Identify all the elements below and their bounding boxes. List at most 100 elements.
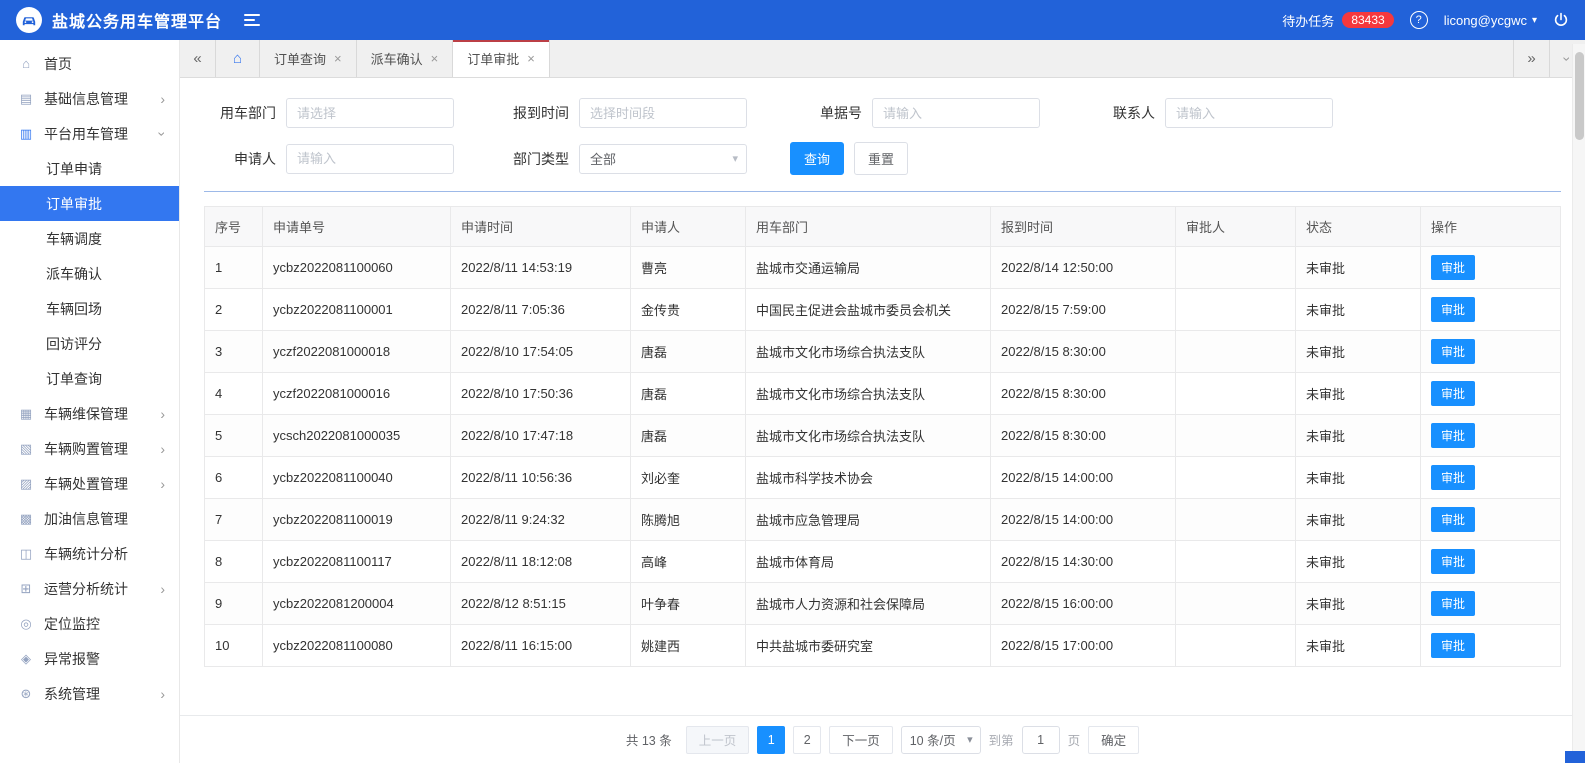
- tabs-scroll-right-icon[interactable]: »: [1513, 40, 1549, 77]
- scrollbar-corner: [1565, 751, 1585, 763]
- table-row: 6 ycbz2022081100040 2022/8/11 10:56:36 刘…: [204, 456, 1561, 499]
- cell-apply-time: 2022/8/12 8:51:15: [450, 582, 631, 625]
- table-row: 4 yczf2022081000016 2022/8/10 17:50:36 唐…: [204, 372, 1561, 415]
- approve-button[interactable]: 审批: [1431, 423, 1476, 448]
- sidebar-item-vehicle-return[interactable]: 车辆回场: [0, 291, 179, 326]
- tab-dispatch-confirm[interactable]: 派车确认 ×: [356, 40, 454, 77]
- sidebar-item-base-info[interactable]: ▤ 基础信息管理 ›: [0, 81, 179, 116]
- disposal-icon: ▨: [19, 475, 33, 491]
- approve-button[interactable]: 审批: [1431, 633, 1476, 658]
- cell-action: 审批: [1420, 624, 1561, 667]
- tab-order-query[interactable]: 订单查询 ×: [260, 40, 357, 77]
- cell-applicant: 唐磊: [630, 330, 746, 373]
- cell-department: 中国民主促进会盐城市委员会机关: [745, 288, 991, 331]
- cell-report-time: 2022/8/15 17:00:00: [990, 624, 1176, 667]
- doc-no-input[interactable]: [872, 98, 1040, 128]
- report-time-input[interactable]: [579, 98, 747, 128]
- cell-department: 盐城市文化市场综合执法支队: [745, 372, 991, 415]
- maintenance-icon: ▦: [19, 405, 33, 421]
- sidebar-item-location-monitor[interactable]: ◎ 定位监控: [0, 606, 179, 641]
- page-size-select[interactable]: 10 条/页 ▾: [900, 725, 981, 754]
- sidebar-item-operation-analysis[interactable]: ⊞ 运营分析统计 ›: [0, 571, 179, 606]
- tabs-scroll-left-icon[interactable]: «: [180, 40, 216, 77]
- sidebar-item-platform-vehicle[interactable]: ▥ 平台用车管理 ›: [0, 116, 179, 151]
- cell-action: 审批: [1420, 330, 1561, 373]
- cell-status: 未审批: [1295, 372, 1421, 415]
- department-select[interactable]: [286, 98, 454, 128]
- cell-seq: 3: [204, 330, 263, 373]
- close-icon[interactable]: ×: [527, 51, 535, 66]
- confirm-jump-button[interactable]: 确定: [1088, 725, 1140, 754]
- sidebar-item-abnormal-alarm[interactable]: ◈ 异常报警: [0, 641, 179, 676]
- help-icon[interactable]: ?: [1409, 11, 1428, 29]
- sidebar-item-vehicle-dispatch[interactable]: 车辆调度: [0, 221, 179, 256]
- sidebar-item-system-management[interactable]: ⊛ 系统管理 ›: [0, 676, 179, 711]
- approve-button[interactable]: 审批: [1431, 297, 1476, 322]
- sidebar-item-order-approval[interactable]: 订单审批: [0, 186, 179, 221]
- cell-seq: 5: [204, 414, 263, 457]
- approve-button[interactable]: 审批: [1431, 591, 1476, 616]
- pagination: 共 13 条 上一页 1 2 下一页 10 条/页 ▾ 到第 页 确定: [180, 715, 1585, 763]
- sidebar-item-feedback-score[interactable]: 回访评分: [0, 326, 179, 361]
- reset-button[interactable]: 重置: [854, 142, 909, 175]
- jump-page-input[interactable]: [1021, 725, 1060, 754]
- sidebar-collapse-icon[interactable]: [244, 13, 261, 27]
- approve-button[interactable]: 审批: [1431, 549, 1476, 574]
- chevron-right-icon: ›: [160, 475, 165, 492]
- search-button[interactable]: 查询: [790, 142, 845, 175]
- chevron-down-icon: ▾: [967, 734, 973, 746]
- sidebar-item-home[interactable]: ⌂ 首页: [0, 46, 179, 81]
- home-icon: ⌂: [22, 56, 30, 71]
- logout-power-icon[interactable]: [1553, 12, 1569, 28]
- close-icon[interactable]: ×: [431, 51, 439, 66]
- approve-button[interactable]: 审批: [1431, 465, 1476, 490]
- page-number-1[interactable]: 1: [757, 725, 786, 754]
- cell-report-time: 2022/8/15 14:30:00: [990, 540, 1176, 583]
- table-row: 9 ycbz2022081200004 2022/8/12 8:51:15 叶争…: [204, 582, 1561, 625]
- system-icon: ⊛: [20, 685, 32, 701]
- cell-order-no: ycbz2022081100117: [262, 540, 451, 583]
- applicant-input[interactable]: [286, 143, 454, 174]
- cell-department: 中共盐城市委研究室: [745, 624, 991, 667]
- sidebar-item-maintenance[interactable]: ▦ 车辆维保管理 ›: [0, 396, 179, 431]
- cell-report-time: 2022/8/14 12:50:00: [990, 246, 1176, 289]
- cell-seq: 4: [204, 372, 263, 415]
- cell-order-no: ycbz2022081100060: [262, 246, 451, 289]
- close-icon[interactable]: ×: [334, 51, 342, 66]
- contact-input[interactable]: [1165, 98, 1333, 128]
- cell-action: 审批: [1420, 288, 1561, 331]
- user-menu[interactable]: licong@ycgwc ▾: [1444, 13, 1537, 28]
- tab-home[interactable]: ⌂: [216, 40, 260, 77]
- table-row: 10 ycbz2022081100080 2022/8/11 16:15:00 …: [204, 624, 1561, 667]
- todo-count-badge: 83433: [1342, 12, 1394, 28]
- prev-page-button[interactable]: 上一页: [685, 725, 750, 754]
- sidebar-item-order-query[interactable]: 订单查询: [0, 361, 179, 396]
- approve-button[interactable]: 审批: [1431, 255, 1476, 280]
- next-page-button[interactable]: 下一页: [829, 725, 893, 754]
- cell-report-time: 2022/8/15 7:59:00: [990, 288, 1176, 331]
- sidebar-item-vehicle-statistics[interactable]: ◫ 车辆统计分析: [0, 536, 179, 571]
- todo-tasks-label[interactable]: 待办任务: [1282, 11, 1334, 30]
- cell-report-time: 2022/8/15 16:00:00: [990, 582, 1176, 625]
- app-root: 盐城公务用车管理平台 待办任务 83433 ? licong@ycgwc ▾ ⌂…: [0, 0, 1585, 763]
- vertical-scrollbar[interactable]: [1572, 44, 1585, 751]
- sidebar-item-order-apply[interactable]: 订单申请: [0, 151, 179, 186]
- cell-approver: [1175, 540, 1296, 583]
- sidebar-item-disposal[interactable]: ▨ 车辆处置管理 ›: [0, 466, 179, 501]
- scrollbar-thumb[interactable]: [1575, 52, 1584, 140]
- cell-apply-time: 2022/8/11 18:12:08: [450, 540, 631, 583]
- sidebar-item-fuel-info[interactable]: ▩ 加油信息管理: [0, 501, 179, 536]
- tab-order-approval[interactable]: 订单审批 ×: [453, 40, 550, 77]
- cell-order-no: yczf2022081000016: [262, 372, 451, 415]
- approve-button[interactable]: 审批: [1431, 339, 1476, 364]
- approve-button[interactable]: 审批: [1431, 507, 1476, 532]
- sidebar-item-dispatch-confirm[interactable]: 派车确认: [0, 256, 179, 291]
- page-number-2[interactable]: 2: [793, 725, 822, 754]
- approve-button[interactable]: 审批: [1431, 381, 1476, 406]
- dept-type-select[interactable]: 全部 ▾: [579, 143, 747, 174]
- filter-department: 用车部门: [204, 98, 459, 128]
- sidebar-item-purchase[interactable]: ▧ 车辆购置管理 ›: [0, 431, 179, 466]
- filter-buttons: 查询 重置: [790, 142, 1045, 175]
- username: licong@ycgwc: [1443, 12, 1527, 28]
- cell-approver: [1175, 288, 1296, 331]
